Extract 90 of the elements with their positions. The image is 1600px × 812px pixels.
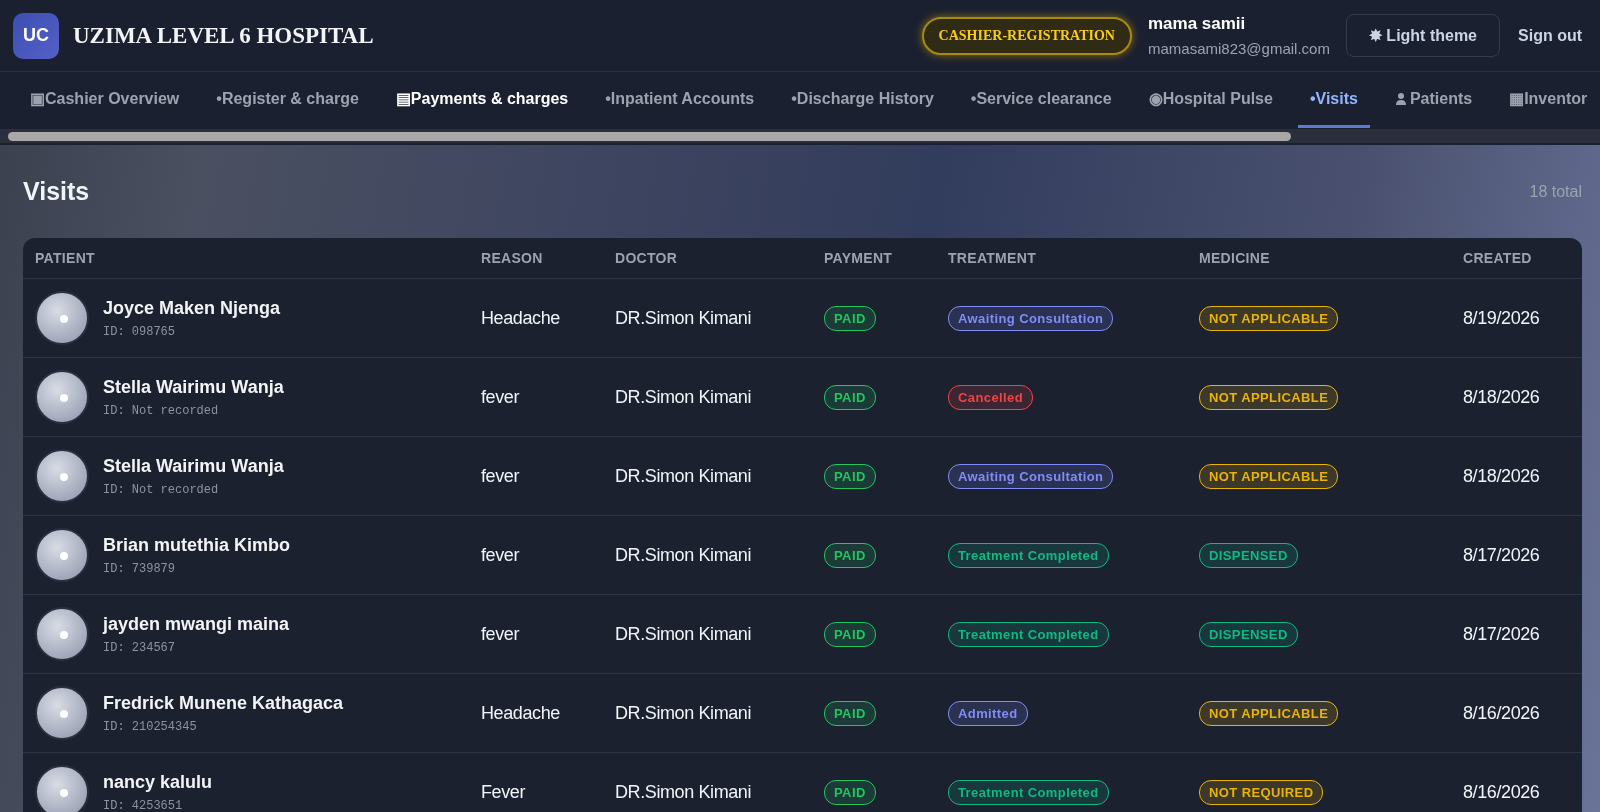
- patient-id: ID: 098765: [103, 324, 176, 339]
- created-date: 8/18/2026: [1463, 465, 1541, 487]
- reason-cell-text: Headache: [481, 702, 561, 724]
- payment-status: PAID: [824, 779, 876, 805]
- reason-cell-text: fever: [481, 386, 521, 408]
- reason-cell-text: fever: [481, 623, 521, 645]
- column-header: DOCTOR: [615, 250, 679, 266]
- patient-name: Fredrick Munene Kathagaca: [103, 692, 344, 714]
- payment-status: PAID: [824, 542, 876, 568]
- nav-tab[interactable]: •Inpatient Accounts: [593, 72, 767, 128]
- created-date: 8/19/2026: [1463, 307, 1541, 329]
- medicine-status: NOT APPLICABLE: [1199, 700, 1339, 726]
- payment-status: PAID: [824, 305, 876, 331]
- treatment-status: Admitted: [948, 700, 1028, 726]
- patient-name: Joyce Maken Njenga: [103, 297, 281, 319]
- avatar-icon: [35, 765, 89, 812]
- doctor-cell-text: DR.Simon Kimani: [615, 307, 753, 329]
- avatar-icon: [35, 607, 89, 661]
- created-date: 8/16/2026: [1463, 702, 1541, 724]
- reason-cell-text: fever: [481, 465, 521, 487]
- doctor-cell-text: DR.Simon Kimani: [615, 544, 753, 566]
- payment-status: PAID: [824, 621, 876, 647]
- created-date: 8/17/2026: [1463, 623, 1541, 645]
- doctor-cell-text: DR.Simon Kimani: [615, 465, 753, 487]
- created-date: 8/18/2026: [1463, 386, 1541, 408]
- doctor-cell-text: DR.Simon Kimani: [615, 781, 753, 803]
- avatar-icon: [35, 528, 89, 582]
- column-header: PAYMENT: [824, 250, 894, 266]
- avatar-icon: [35, 370, 89, 424]
- nav-tab[interactable]: ▦Inventor: [1497, 72, 1600, 128]
- patient-name: jayden mwangi maina: [103, 613, 290, 635]
- patient-name: Brian mutethia Kimbo: [103, 534, 290, 556]
- treatment-status: Treatment Completed: [948, 621, 1109, 647]
- scrollbar-thumb[interactable]: [8, 132, 1291, 141]
- nav-tab[interactable]: ▣Cashier Overview: [18, 72, 192, 128]
- doctor-cell-text: DR.Simon Kimani: [615, 623, 753, 645]
- user-email: mamasami823@gmail.com: [1147, 40, 1330, 57]
- avatar-icon: [35, 449, 89, 503]
- nav-tab[interactable]: •Discharge History: [779, 72, 946, 128]
- created-date: 8/16/2026: [1463, 781, 1541, 803]
- treatment-status: Awaiting Consultation: [948, 463, 1114, 489]
- hospital-title: UZIMA LEVEL 6 HOSPITAL: [73, 22, 375, 49]
- user-name: mama samii: [1147, 14, 1247, 34]
- reason-cell-text: Fever: [481, 781, 527, 803]
- patient-id: ID: 234567: [103, 640, 176, 655]
- nav-tab[interactable]: •Register & charge: [204, 72, 371, 128]
- column-header: REASON: [481, 250, 544, 266]
- nav-tab[interactable]: ◉Hospital Pulse: [1136, 72, 1285, 128]
- patient-id: ID: 210254345: [103, 719, 198, 734]
- medicine-status: DISPENSED: [1199, 621, 1298, 647]
- payment-status: PAID: [824, 384, 876, 410]
- doctor-cell-text: DR.Simon Kimani: [615, 702, 753, 724]
- patient-id: ID: Not recorded: [103, 403, 220, 418]
- reason-cell-text: fever: [481, 544, 521, 566]
- column-header: MEDICINE: [1199, 250, 1271, 266]
- role-badge: CASHIER-REGISTRATION: [921, 16, 1132, 55]
- treatment-status: Cancelled: [948, 384, 1033, 410]
- medicine-status: NOT APPLICABLE: [1199, 463, 1339, 489]
- medicine-status: NOT REQUIRED: [1199, 779, 1324, 805]
- created-date: 8/17/2026: [1463, 544, 1541, 566]
- payment-status: PAID: [824, 700, 876, 726]
- patient-name: Stella Wairimu Wanja: [103, 455, 284, 477]
- logo-badge: UC: [13, 12, 59, 59]
- page-title: Visits: [23, 177, 90, 206]
- doctor-cell-text: DR.Simon Kimani: [615, 386, 753, 408]
- column-header: CREATED: [1463, 250, 1533, 266]
- medicine-status: NOT APPLICABLE: [1199, 305, 1339, 331]
- treatment-status: Awaiting Consultation: [948, 305, 1114, 331]
- patient-id: ID: Not recorded: [103, 482, 220, 497]
- patient-name: nancy kalulu: [103, 771, 213, 793]
- medicine-status: NOT APPLICABLE: [1199, 384, 1339, 410]
- reason-cell-text: Headache: [481, 307, 561, 329]
- nav-tab[interactable]: Patients: [1382, 72, 1485, 128]
- sign-out-button[interactable]: Sign out: [1514, 18, 1586, 53]
- avatar-icon: [35, 686, 89, 740]
- column-header: TREATMENT: [948, 250, 1037, 266]
- theme-toggle-button[interactable]: ✸ Light theme: [1345, 14, 1500, 57]
- treatment-status: Treatment Completed: [948, 542, 1109, 568]
- treatment-status: Treatment Completed: [948, 779, 1109, 805]
- person-icon: [1394, 92, 1407, 105]
- patient-name: Stella Wairimu Wanja: [103, 376, 284, 398]
- patient-id: ID: 739879: [103, 561, 176, 576]
- patient-id: ID: 4253651: [103, 798, 184, 812]
- nav-tab[interactable]: •Service clearance: [958, 72, 1124, 128]
- avatar-icon: [35, 291, 89, 345]
- column-header: PATIENT: [35, 250, 96, 266]
- payment-status: PAID: [824, 463, 876, 489]
- nav-tab[interactable]: ▤Payments & charges: [383, 72, 581, 128]
- medicine-status: DISPENSED: [1199, 542, 1298, 568]
- total-count: 18 total: [1529, 182, 1582, 201]
